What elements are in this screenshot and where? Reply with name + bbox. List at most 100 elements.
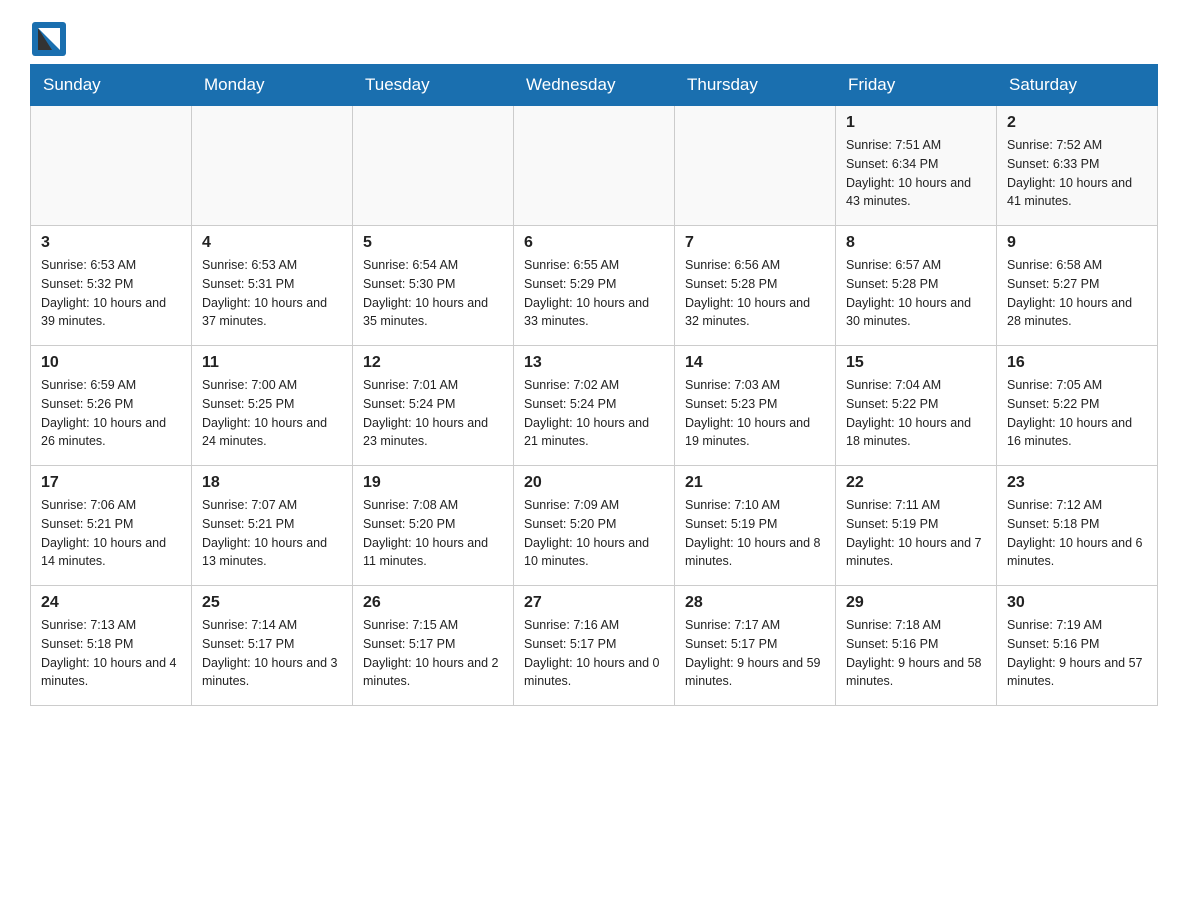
calendar-header-row: SundayMondayTuesdayWednesdayThursdayFrid… xyxy=(31,65,1158,106)
day-number: 22 xyxy=(846,474,986,492)
calendar-cell xyxy=(675,106,836,226)
logo xyxy=(30,20,74,54)
day-info: Sunrise: 6:53 AMSunset: 5:32 PMDaylight:… xyxy=(41,256,181,331)
calendar-cell xyxy=(353,106,514,226)
day-info: Sunrise: 7:19 AMSunset: 5:16 PMDaylight:… xyxy=(1007,616,1147,691)
day-header-thursday: Thursday xyxy=(675,65,836,106)
day-number: 19 xyxy=(363,474,503,492)
calendar-cell: 3 Sunrise: 6:53 AMSunset: 5:32 PMDaylight… xyxy=(31,226,192,346)
day-number: 28 xyxy=(685,594,825,612)
calendar-cell: 18 Sunrise: 7:07 AMSunset: 5:21 PMDayligh… xyxy=(192,466,353,586)
day-info: Sunrise: 7:01 AMSunset: 5:24 PMDaylight:… xyxy=(363,376,503,451)
day-info: Sunrise: 7:18 AMSunset: 5:16 PMDaylight:… xyxy=(846,616,986,691)
calendar-cell: 1 Sunrise: 7:51 AMSunset: 6:34 PMDaylight… xyxy=(836,106,997,226)
day-number: 20 xyxy=(524,474,664,492)
day-number: 29 xyxy=(846,594,986,612)
day-info: Sunrise: 7:13 AMSunset: 5:18 PMDaylight:… xyxy=(41,616,181,691)
day-info: Sunrise: 6:55 AMSunset: 5:29 PMDaylight:… xyxy=(524,256,664,331)
day-info: Sunrise: 7:09 AMSunset: 5:20 PMDaylight:… xyxy=(524,496,664,571)
calendar-cell: 27 Sunrise: 7:16 AMSunset: 5:17 PMDayligh… xyxy=(514,586,675,706)
calendar-cell: 20 Sunrise: 7:09 AMSunset: 5:20 PMDayligh… xyxy=(514,466,675,586)
calendar-cell: 2 Sunrise: 7:52 AMSunset: 6:33 PMDaylight… xyxy=(997,106,1158,226)
day-number: 3 xyxy=(41,234,181,252)
day-info: Sunrise: 7:05 AMSunset: 5:22 PMDaylight:… xyxy=(1007,376,1147,451)
day-info: Sunrise: 7:03 AMSunset: 5:23 PMDaylight:… xyxy=(685,376,825,451)
calendar-cell: 4 Sunrise: 6:53 AMSunset: 5:31 PMDaylight… xyxy=(192,226,353,346)
day-number: 16 xyxy=(1007,354,1147,372)
day-info: Sunrise: 7:12 AMSunset: 5:18 PMDaylight:… xyxy=(1007,496,1147,571)
day-number: 25 xyxy=(202,594,342,612)
calendar-cell: 8 Sunrise: 6:57 AMSunset: 5:28 PMDaylight… xyxy=(836,226,997,346)
day-info: Sunrise: 6:54 AMSunset: 5:30 PMDaylight:… xyxy=(363,256,503,331)
calendar-week-row: 1 Sunrise: 7:51 AMSunset: 6:34 PMDaylight… xyxy=(31,106,1158,226)
calendar-cell: 6 Sunrise: 6:55 AMSunset: 5:29 PMDaylight… xyxy=(514,226,675,346)
calendar-cell: 17 Sunrise: 7:06 AMSunset: 5:21 PMDayligh… xyxy=(31,466,192,586)
calendar-cell: 29 Sunrise: 7:18 AMSunset: 5:16 PMDayligh… xyxy=(836,586,997,706)
calendar-cell: 11Sunrise: 7:00 AMSunset: 5:25 PMDayligh… xyxy=(192,346,353,466)
day-number: 7 xyxy=(685,234,825,252)
day-info: Sunrise: 6:58 AMSunset: 5:27 PMDaylight:… xyxy=(1007,256,1147,331)
day-number: 30 xyxy=(1007,594,1147,612)
day-info: Sunrise: 6:53 AMSunset: 5:31 PMDaylight:… xyxy=(202,256,342,331)
day-number: 15 xyxy=(846,354,986,372)
day-info: Sunrise: 7:52 AMSunset: 6:33 PMDaylight:… xyxy=(1007,136,1147,211)
day-info: Sunrise: 7:04 AMSunset: 5:22 PMDaylight:… xyxy=(846,376,986,451)
day-info: Sunrise: 7:16 AMSunset: 5:17 PMDaylight:… xyxy=(524,616,664,691)
day-number: 27 xyxy=(524,594,664,612)
calendar-cell: 30 Sunrise: 7:19 AMSunset: 5:16 PMDayligh… xyxy=(997,586,1158,706)
day-info: Sunrise: 7:10 AMSunset: 5:19 PMDaylight:… xyxy=(685,496,825,571)
day-info: Sunrise: 6:56 AMSunset: 5:28 PMDaylight:… xyxy=(685,256,825,331)
calendar-cell: 25 Sunrise: 7:14 AMSunset: 5:17 PMDayligh… xyxy=(192,586,353,706)
day-number: 12 xyxy=(363,354,503,372)
calendar-cell: 12 Sunrise: 7:01 AMSunset: 5:24 PMDayligh… xyxy=(353,346,514,466)
day-number: 6 xyxy=(524,234,664,252)
day-header-wednesday: Wednesday xyxy=(514,65,675,106)
calendar-cell: 24 Sunrise: 7:13 AMSunset: 5:18 PMDayligh… xyxy=(31,586,192,706)
calendar-cell: 16 Sunrise: 7:05 AMSunset: 5:22 PMDayligh… xyxy=(997,346,1158,466)
calendar-cell: 21Sunrise: 7:10 AMSunset: 5:19 PMDayligh… xyxy=(675,466,836,586)
day-number: 1 xyxy=(846,114,986,132)
calendar-cell xyxy=(514,106,675,226)
calendar-week-row: 17 Sunrise: 7:06 AMSunset: 5:21 PMDayligh… xyxy=(31,466,1158,586)
calendar-cell: 10 Sunrise: 6:59 AMSunset: 5:26 PMDayligh… xyxy=(31,346,192,466)
logo-icon xyxy=(30,20,68,58)
calendar-cell: 26 Sunrise: 7:15 AMSunset: 5:17 PMDayligh… xyxy=(353,586,514,706)
day-header-monday: Monday xyxy=(192,65,353,106)
day-number: 13 xyxy=(524,354,664,372)
day-number: 24 xyxy=(41,594,181,612)
day-number: 10 xyxy=(41,354,181,372)
day-number: 8 xyxy=(846,234,986,252)
day-info: Sunrise: 7:14 AMSunset: 5:17 PMDaylight:… xyxy=(202,616,342,691)
day-info: Sunrise: 7:06 AMSunset: 5:21 PMDaylight:… xyxy=(41,496,181,571)
calendar-cell: 5 Sunrise: 6:54 AMSunset: 5:30 PMDaylight… xyxy=(353,226,514,346)
day-number: 18 xyxy=(202,474,342,492)
page-header xyxy=(30,20,1158,54)
day-number: 4 xyxy=(202,234,342,252)
day-info: Sunrise: 7:00 AMSunset: 5:25 PMDaylight:… xyxy=(202,376,342,451)
day-number: 2 xyxy=(1007,114,1147,132)
calendar-cell: 13 Sunrise: 7:02 AMSunset: 5:24 PMDayligh… xyxy=(514,346,675,466)
day-number: 23 xyxy=(1007,474,1147,492)
day-info: Sunrise: 7:15 AMSunset: 5:17 PMDaylight:… xyxy=(363,616,503,691)
day-info: Sunrise: 7:08 AMSunset: 5:20 PMDaylight:… xyxy=(363,496,503,571)
calendar-table: SundayMondayTuesdayWednesdayThursdayFrid… xyxy=(30,64,1158,706)
day-number: 14 xyxy=(685,354,825,372)
calendar-cell: 23 Sunrise: 7:12 AMSunset: 5:18 PMDayligh… xyxy=(997,466,1158,586)
day-header-tuesday: Tuesday xyxy=(353,65,514,106)
day-info: Sunrise: 7:07 AMSunset: 5:21 PMDaylight:… xyxy=(202,496,342,571)
day-number: 5 xyxy=(363,234,503,252)
day-info: Sunrise: 7:11 AMSunset: 5:19 PMDaylight:… xyxy=(846,496,986,571)
day-number: 26 xyxy=(363,594,503,612)
calendar-cell: 9 Sunrise: 6:58 AMSunset: 5:27 PMDaylight… xyxy=(997,226,1158,346)
day-header-friday: Friday xyxy=(836,65,997,106)
calendar-cell: 15 Sunrise: 7:04 AMSunset: 5:22 PMDayligh… xyxy=(836,346,997,466)
day-info: Sunrise: 7:51 AMSunset: 6:34 PMDaylight:… xyxy=(846,136,986,211)
day-info: Sunrise: 7:02 AMSunset: 5:24 PMDaylight:… xyxy=(524,376,664,451)
calendar-cell: 22 Sunrise: 7:11 AMSunset: 5:19 PMDayligh… xyxy=(836,466,997,586)
day-number: 9 xyxy=(1007,234,1147,252)
day-info: Sunrise: 6:57 AMSunset: 5:28 PMDaylight:… xyxy=(846,256,986,331)
day-info: Sunrise: 6:59 AMSunset: 5:26 PMDaylight:… xyxy=(41,376,181,451)
calendar-cell: 14 Sunrise: 7:03 AMSunset: 5:23 PMDayligh… xyxy=(675,346,836,466)
day-number: 17 xyxy=(41,474,181,492)
calendar-week-row: 10 Sunrise: 6:59 AMSunset: 5:26 PMDayligh… xyxy=(31,346,1158,466)
